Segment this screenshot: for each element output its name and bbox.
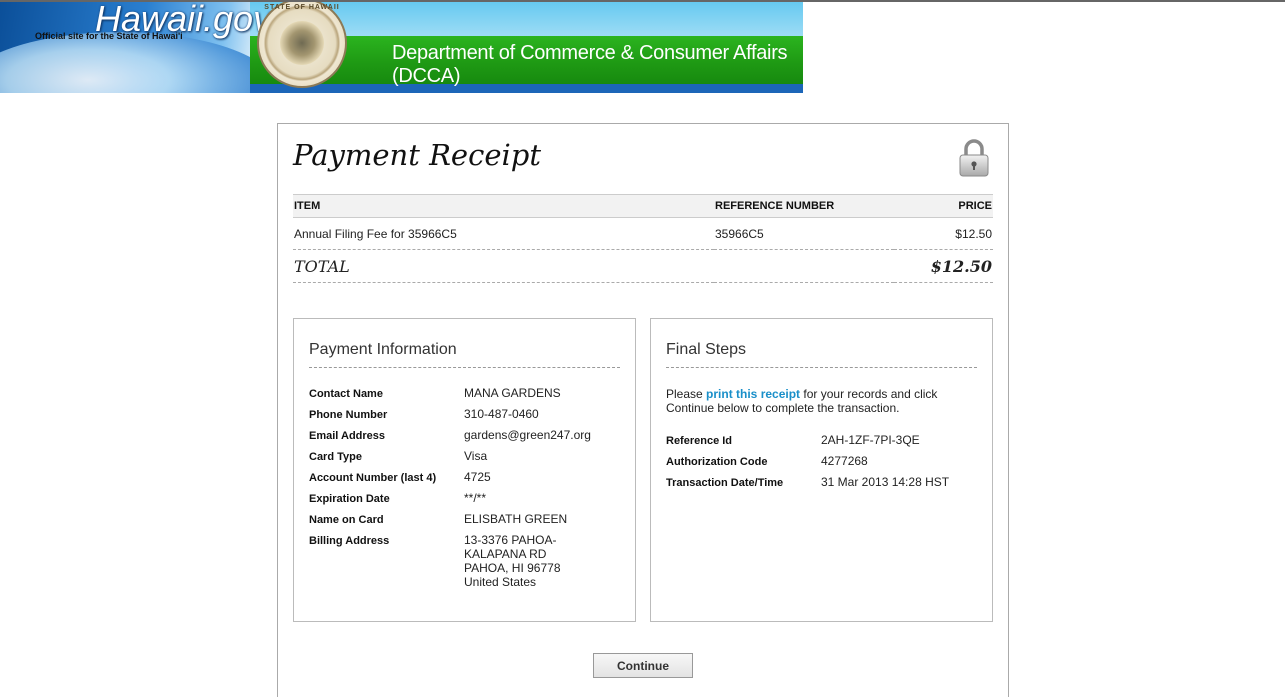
billing-line-1: 13-3376 PAHOA- (464, 533, 557, 547)
expiration-row: Expiration Date **/** (309, 491, 620, 512)
contact-name-row: Contact Name MANA GARDENS (309, 386, 620, 407)
print-receipt-link[interactable]: print this receipt (706, 387, 800, 401)
contact-name-label: Contact Name (309, 388, 383, 400)
continue-button[interactable]: Continue (593, 653, 693, 678)
reference-id-row: Reference Id 2AH-1ZF-7PI-3QE (666, 433, 977, 454)
card-type-label: Card Type (309, 451, 362, 463)
email-row: Email Address gardens@green247.org (309, 428, 620, 449)
expiration-label: Expiration Date (309, 493, 390, 505)
name-on-card-label: Name on Card (309, 514, 384, 526)
billing-address-label: Billing Address (309, 535, 390, 547)
column-price: PRICE (894, 194, 993, 218)
account-row: Account Number (last 4) 4725 (309, 470, 620, 491)
billing-line-3: PAHOA, HI 96778 (464, 561, 561, 575)
item-description: Annual Filing Fee for 35966C5 (293, 217, 714, 250)
total-label: TOTAL (293, 249, 894, 283)
table-header-row: ITEM REFERENCE NUMBER PRICE (293, 194, 993, 218)
account-label: Account Number (last 4) (309, 472, 437, 484)
table-row: Annual Filing Fee for 35966C5 35966C5 $1… (293, 217, 993, 250)
page-title: Payment Receipt (293, 138, 541, 172)
phone-value: 310-487-0460 (464, 407, 539, 421)
email-label: Email Address (309, 430, 386, 442)
department-name: Department of Commerce & Consumer Affair… (392, 42, 788, 87)
transaction-date-row: Transaction Date/Time 31 Mar 2013 14:28 … (666, 475, 977, 496)
lock-icon (959, 139, 989, 177)
receipt-items-table: ITEM REFERENCE NUMBER PRICE Annual Filin… (293, 194, 993, 283)
seal-text: STATE OF HAWAII (264, 4, 340, 11)
authorization-code-label: Authorization Code (666, 456, 768, 468)
authorization-code-value: 4277268 (821, 454, 868, 468)
payment-information-box: Payment Information Contact Name MANA GA… (293, 318, 636, 622)
email-value: gardens@green247.org (464, 428, 591, 442)
site-logo-subtitle: Official site for the State of Hawai'i (35, 31, 183, 41)
state-seal-icon: STATE OF HAWAII (257, 2, 347, 88)
billing-address-value: 13-3376 PAHOA- KALAPANA RD PAHOA, HI 967… (464, 533, 620, 589)
billing-line-4: United States (464, 575, 537, 589)
billing-line-2: KALAPANA RD (464, 547, 547, 561)
payment-information-heading: Payment Information (309, 341, 620, 368)
receipt-panel: Payment Receipt ITEM REFERENCE NUMBER PR… (277, 123, 1009, 697)
item-reference: 35966C5 (714, 217, 894, 250)
account-value: 4725 (464, 470, 491, 484)
transaction-date-value: 31 Mar 2013 14:28 HST (821, 475, 950, 489)
item-price: $12.50 (894, 217, 993, 250)
column-item: ITEM (293, 194, 714, 218)
final-steps-box: Final Steps Please print this receipt fo… (650, 318, 993, 622)
billing-address-row: Billing Address 13-3376 PAHOA- KALAPANA … (309, 533, 620, 589)
total-value: $12.50 (894, 249, 993, 283)
reference-id-value: 2AH-1ZF-7PI-3QE (821, 433, 920, 447)
name-on-card-row: Name on Card ELISBATH GREEN (309, 512, 620, 533)
total-row: TOTAL $12.50 (293, 249, 993, 283)
authorization-code-row: Authorization Code 4277268 (666, 454, 977, 475)
instructions-text-before: Please (666, 387, 707, 401)
transaction-date-label: Transaction Date/Time (666, 477, 784, 489)
card-type-row: Card Type Visa (309, 449, 620, 470)
column-reference: REFERENCE NUMBER (714, 194, 894, 218)
card-type-value: Visa (464, 449, 488, 463)
seal-emblem (280, 21, 324, 65)
header-banner: Hawaii.gov Official site for the State o… (0, 2, 803, 93)
phone-row: Phone Number 310-487-0460 (309, 407, 620, 428)
contact-name-value: MANA GARDENS (464, 386, 561, 400)
payment-details: Contact Name MANA GARDENS Phone Number 3… (309, 386, 620, 589)
transaction-details: Reference Id 2AH-1ZF-7PI-3QE Authorizati… (666, 433, 977, 496)
reference-id-label: Reference Id (666, 435, 733, 447)
name-on-card-value: ELISBATH GREEN (464, 512, 568, 526)
final-steps-heading: Final Steps (666, 341, 977, 368)
phone-label: Phone Number (309, 409, 388, 421)
final-steps-instructions: Please print this receipt for your recor… (666, 387, 966, 415)
expiration-value: **/** (464, 491, 487, 505)
